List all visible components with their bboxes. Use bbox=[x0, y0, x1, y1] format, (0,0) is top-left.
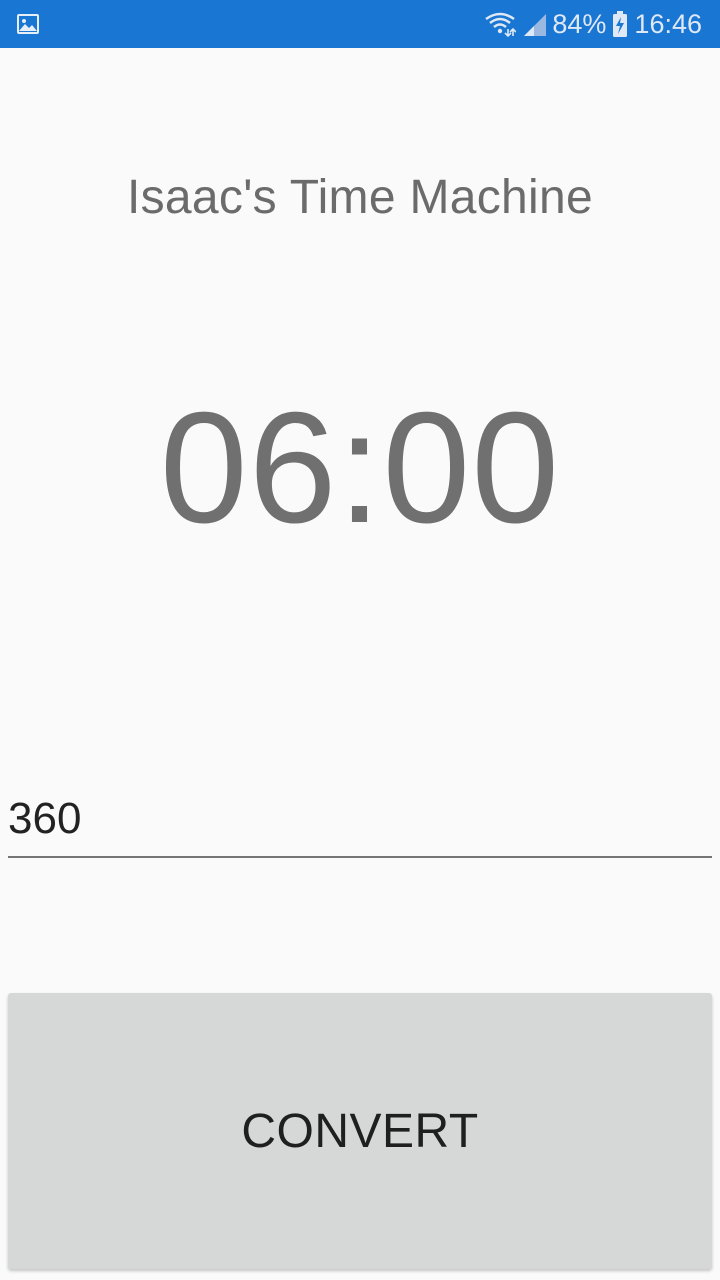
time-display: 06:00 bbox=[159, 380, 561, 556]
image-notification-icon bbox=[16, 12, 40, 36]
battery-percent: 84% bbox=[552, 8, 607, 39]
status-bar: 84% 16:46 bbox=[0, 0, 720, 48]
app-title: Isaac's Time Machine bbox=[126, 171, 593, 224]
status-time: 16:46 bbox=[634, 8, 702, 39]
status-icons: 84% 16:46 bbox=[484, 0, 702, 48]
convert-button[interactable]: CONVERT bbox=[8, 993, 712, 1269]
minutes-input-container bbox=[8, 786, 712, 858]
signal-icon bbox=[522, 12, 547, 36]
wifi-icon bbox=[484, 11, 517, 37]
battery-charging-icon bbox=[612, 11, 628, 37]
minutes-input[interactable] bbox=[8, 786, 708, 852]
